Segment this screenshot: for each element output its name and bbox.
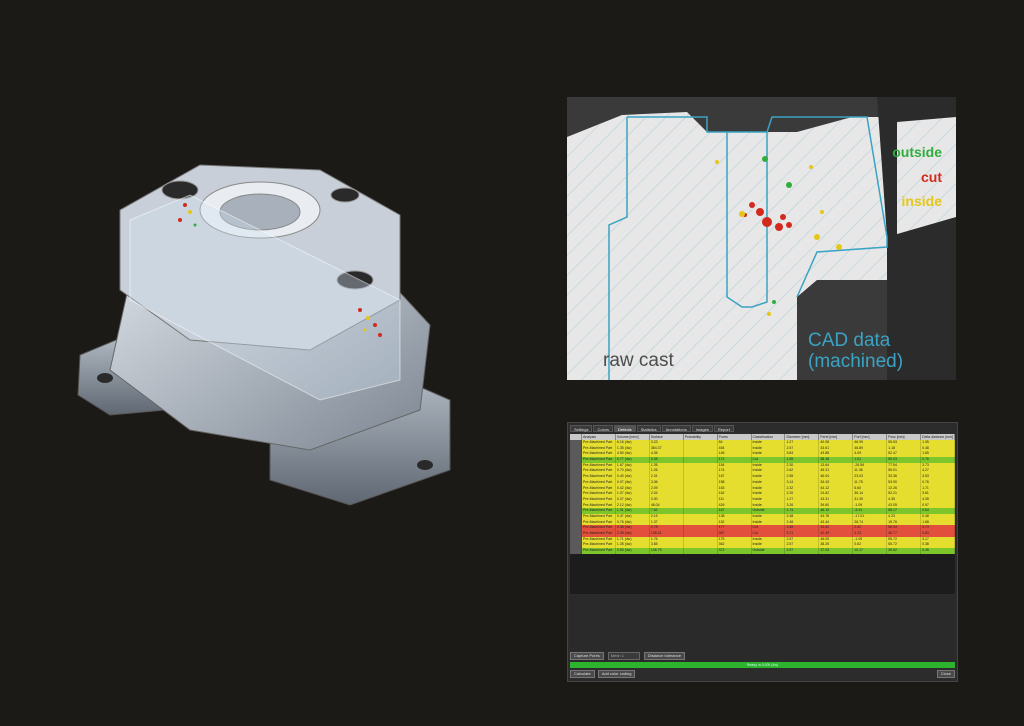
table-cell: Pre-Machined Part (582, 548, 616, 554)
tab-annotations[interactable]: Annotations (661, 425, 691, 432)
table-row[interactable]: Pre-Machined Part 0.63 (4w) 136.75 372 Outsi… (570, 548, 955, 554)
table-cell: 37.03 (819, 548, 854, 554)
close-button[interactable]: Close (936, 670, 955, 678)
table-cell: Outside (752, 548, 786, 554)
tab-settings[interactable]: Settings (570, 425, 593, 432)
tab-bar: Settings Colors Defects Statistics Annotatio… (570, 425, 734, 432)
cad-data-label-line1: CAD data (808, 330, 891, 351)
mesh-input[interactable]: Mesh 1 (607, 652, 640, 660)
raw-cast-label: raw cast (603, 350, 674, 371)
tab-images[interactable]: Images (691, 425, 713, 432)
tab-report[interactable]: Report (713, 425, 734, 432)
tab-colors[interactable]: Colors (593, 425, 614, 432)
progress-bar: Ready in 0.000 (4w) (570, 662, 955, 668)
cad-data-label: CAD data (machined) (808, 330, 903, 372)
legend-inside: inside (901, 193, 942, 209)
tab-defects[interactable]: Defects (614, 425, 636, 432)
table-cell: 35.52 (887, 548, 922, 554)
defects-table: Analysis Volume [mm³] Surface Probability Po… (570, 434, 955, 594)
table-body: Pre-Machined Part 6.16 (4w) 3.23 84 Inside 1.… (570, 440, 955, 554)
table-cell: 0.45 (921, 548, 955, 554)
cast-part-3d-render (77, 164, 451, 506)
bottom-bar: Calculate Add color coding Close (570, 670, 955, 678)
defect-analysis-window: Settings Colors Defects Statistics Annotatio… (567, 422, 958, 682)
capture-bar: Capture Pores Mesh 1 Distance tolerance (570, 652, 685, 660)
legend-outside: outside (892, 144, 942, 160)
table-cell: 10.17 (853, 548, 888, 554)
table-cell (684, 548, 718, 554)
legend-cut: cut (921, 169, 942, 185)
calculate-button[interactable]: Calculate (570, 670, 595, 678)
ct-slice-view: outside cut inside raw cast CAD data (ma… (567, 97, 956, 380)
table-cell: 0.63 (4w) (616, 548, 650, 554)
table-cell: 372 (718, 548, 752, 554)
table-cell: 2.57 (785, 548, 820, 554)
table-cell (570, 548, 582, 554)
distance-tolerance-button[interactable]: Distance tolerance (643, 652, 685, 660)
capture-pores-button[interactable]: Capture Pores (570, 652, 604, 660)
table-cell: 136.75 (650, 548, 684, 554)
tab-statistics[interactable]: Statistics (636, 425, 661, 432)
add-color-coding-button[interactable]: Add color coding (597, 670, 636, 678)
cad-data-label-line2: (machined) (808, 351, 904, 372)
